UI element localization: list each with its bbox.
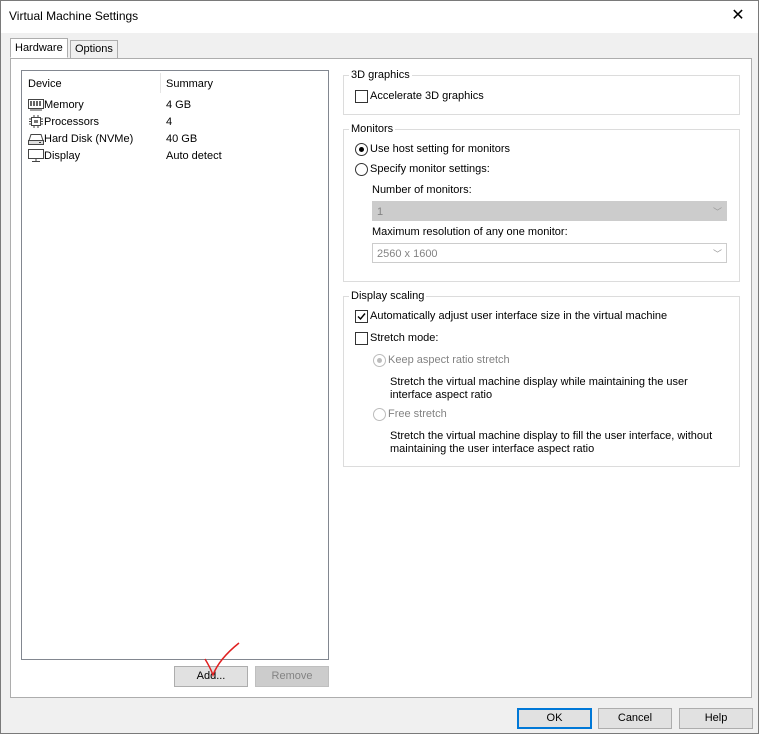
device-summary: 4 GB xyxy=(166,99,192,111)
device-name: Hard Disk (NVMe) xyxy=(44,133,134,145)
use-host-radio[interactable] xyxy=(355,143,368,156)
settings-window: Virtual Machine Settings ✕ Hardware Opti… xyxy=(0,0,759,734)
free-stretch-description-line-1: Stretch the virtual machine display to f… xyxy=(390,430,713,442)
column-separator xyxy=(160,73,161,93)
display-scaling-group-title: Display scaling xyxy=(349,290,427,302)
graphics-group-title: 3D graphics xyxy=(349,69,412,81)
max-resolution-label: Maximum resolution of any one monitor: xyxy=(372,226,568,238)
accelerate-3d-checkbox[interactable] xyxy=(355,90,368,103)
help-button[interactable]: Help xyxy=(679,708,753,729)
stretch-mode-checkbox[interactable] xyxy=(355,332,368,345)
device-name: Processors xyxy=(44,116,100,128)
remove-button[interactable]: Remove xyxy=(255,666,329,687)
device-row-memory[interactable]: Memory 4 GB xyxy=(22,97,328,114)
max-resolution-value: 2560 x 1600 xyxy=(377,248,438,260)
tab-options-label: Options xyxy=(75,43,113,55)
memory-icon xyxy=(28,98,44,111)
monitors-group-title: Monitors xyxy=(349,123,396,135)
title-bar: Virtual Machine Settings ✕ xyxy=(1,1,758,33)
hard-disk-icon xyxy=(28,132,44,145)
device-column-header[interactable]: Device xyxy=(28,78,62,90)
device-row-processors[interactable]: Processors 4 xyxy=(22,114,328,131)
device-summary: 40 GB xyxy=(166,133,198,145)
free-stretch-label[interactable]: Free stretch xyxy=(388,408,447,420)
keep-aspect-label[interactable]: Keep aspect ratio stretch xyxy=(388,354,510,366)
tab-hardware[interactable]: Hardware xyxy=(10,38,68,58)
cancel-button[interactable]: Cancel xyxy=(598,708,672,729)
tab-options[interactable]: Options xyxy=(70,40,118,59)
max-resolution-select[interactable]: 2560 x 1600 ﹀ xyxy=(372,243,727,263)
free-stretch-radio[interactable] xyxy=(373,408,386,421)
cpu-icon xyxy=(28,115,44,128)
device-name: Memory xyxy=(44,99,84,111)
keep-aspect-description-line-2: interface aspect ratio xyxy=(390,389,493,401)
auto-adjust-label[interactable]: Automatically adjust user interface size… xyxy=(370,310,667,322)
window-title: Virtual Machine Settings xyxy=(9,9,139,23)
keep-aspect-description-line-1: Stretch the virtual machine display whil… xyxy=(390,376,688,388)
free-stretch-description-line-2: maintaining the user interface aspect ra… xyxy=(390,443,595,455)
red-check-annotation-icon xyxy=(204,642,240,678)
number-of-monitors-value: 1 xyxy=(377,206,384,218)
device-name: Display xyxy=(44,150,81,162)
keep-aspect-radio[interactable] xyxy=(373,354,386,367)
device-row-display[interactable]: Display Auto detect xyxy=(22,148,328,165)
device-list[interactable]: Device Summary Memory 4 GB Processors 4 … xyxy=(21,70,329,660)
chevron-down-icon: ﹀ xyxy=(712,249,722,259)
specify-monitor-label[interactable]: Specify monitor settings: xyxy=(370,163,490,175)
number-of-monitors-label: Number of monitors: xyxy=(372,184,472,196)
checkmark-icon xyxy=(357,313,366,321)
radio-selected-dot xyxy=(359,147,364,152)
monitor-icon xyxy=(28,149,44,162)
device-summary: 4 xyxy=(166,116,173,128)
ok-button[interactable]: OK xyxy=(517,708,592,729)
device-summary: Auto detect xyxy=(166,150,222,162)
summary-column-header[interactable]: Summary xyxy=(166,78,213,90)
accelerate-3d-label[interactable]: Accelerate 3D graphics xyxy=(370,90,484,102)
device-row-hard-disk[interactable]: Hard Disk (NVMe) 40 GB xyxy=(22,131,328,148)
auto-adjust-checkbox[interactable] xyxy=(355,310,368,323)
stretch-mode-label[interactable]: Stretch mode: xyxy=(370,332,438,344)
chevron-down-icon: ﹀ xyxy=(712,207,722,217)
close-icon[interactable]: ✕ xyxy=(718,1,758,31)
tab-hardware-label: Hardware xyxy=(15,42,63,54)
use-host-label[interactable]: Use host setting for monitors xyxy=(370,143,510,155)
radio-selected-dot xyxy=(377,358,382,363)
number-of-monitors-select[interactable]: 1 ﹀ xyxy=(372,201,727,221)
specify-monitor-radio[interactable] xyxy=(355,163,368,176)
